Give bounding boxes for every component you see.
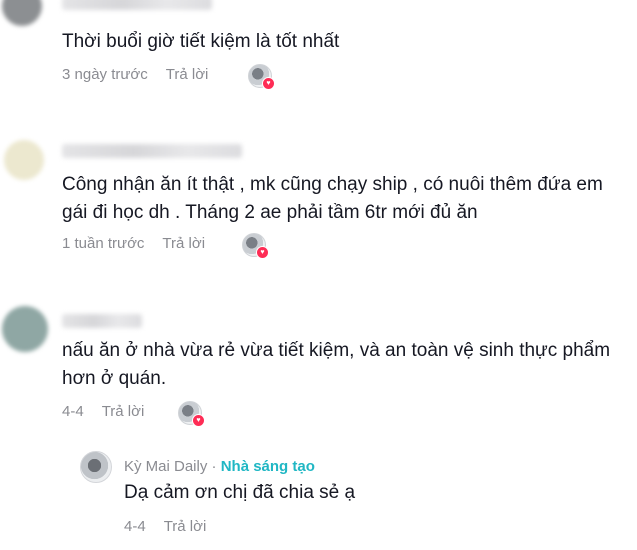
reply-button[interactable]: Trả lời	[102, 403, 145, 420]
creator-badge: Nhà sáng tạo	[220, 458, 315, 475]
creator-liked-avatar: ♥	[178, 401, 205, 427]
reply-text: Dạ cảm ơn chị đã chia sẻ ạ	[124, 482, 356, 503]
reply-button[interactable]: Trả lời	[166, 66, 209, 83]
commenter-avatar[interactable]	[2, 0, 42, 26]
creator-liked-avatar: ♥	[242, 233, 269, 259]
creator-liked-avatar: ♥	[248, 64, 275, 90]
reply-author[interactable]: Kỳ Mai Daily	[124, 458, 207, 475]
reply-button[interactable]: Trả lời	[164, 518, 207, 535]
comment-text: Công nhận ăn ít thật , mk cũng chạy ship…	[62, 174, 603, 223]
comment-time: 4-4	[62, 403, 84, 420]
commenter-avatar[interactable]	[2, 306, 48, 352]
comment-time: 3 ngày trước	[62, 66, 148, 83]
comment-text: nấu ăn ở nhà vừa rẻ vừa tiết kiệm, và an…	[62, 340, 611, 389]
commenter-name[interactable]	[62, 0, 212, 10]
heart-icon: ♥	[262, 77, 275, 90]
comment-meta: 4-4 Trả lời	[62, 403, 144, 420]
reply-button[interactable]: Trả lời	[162, 235, 205, 252]
comment-meta: 3 ngày trước Trả lời	[62, 66, 208, 83]
reply-meta: 4-4 Trả lời	[124, 518, 206, 535]
reply-separator: ·	[207, 458, 221, 475]
reply-time: 4-4	[124, 518, 146, 535]
creator-avatar[interactable]	[80, 451, 112, 483]
heart-icon: ♥	[256, 246, 269, 259]
commenter-avatar[interactable]	[4, 140, 44, 180]
commenter-name[interactable]	[62, 144, 242, 158]
heart-icon: ♥	[192, 414, 205, 427]
comment-meta: 1 tuần trước Trả lời	[62, 235, 205, 252]
commenter-name[interactable]	[62, 314, 142, 328]
comment-text: Thời buổi giờ tiết kiệm là tốt nhất	[62, 31, 340, 52]
comment-time: 1 tuần trước	[62, 235, 145, 252]
reply-author-line: Kỳ Mai Daily · Nhà sáng tạo	[124, 458, 315, 475]
